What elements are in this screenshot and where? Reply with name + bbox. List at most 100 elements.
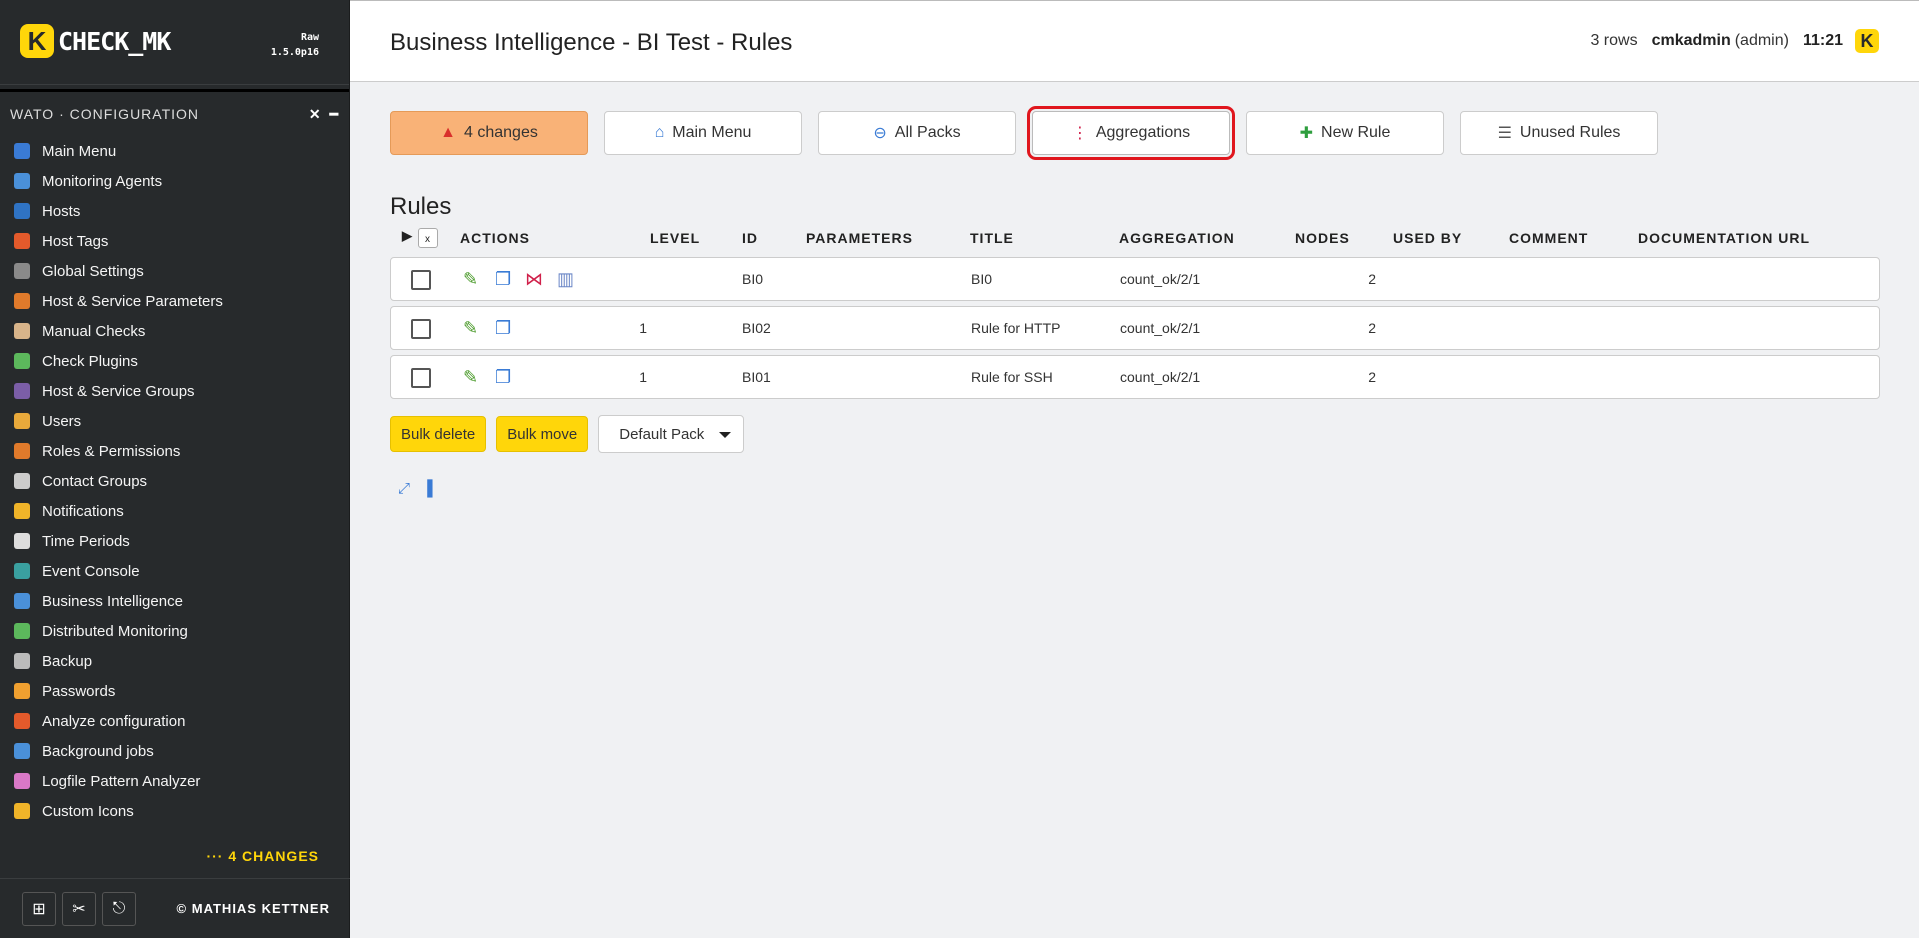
row-checkbox[interactable] <box>411 270 431 290</box>
table-row: ✎ ❐ 1 BI01 Rule for SSH count_ok/2/1 2 <box>390 355 1880 399</box>
sidebar-item-main-menu[interactable]: Main Menu <box>0 136 349 166</box>
row-aggregation: count_ok/2/1 <box>1120 369 1201 385</box>
col-documentation-url: DOCUMENTATION URL <box>1638 230 1811 246</box>
edit-icon[interactable]: ✎ <box>463 366 483 388</box>
pending-changes-link[interactable]: ··· 4 CHANGES <box>206 848 319 864</box>
sidebar-item-label: Host Tags <box>42 232 109 250</box>
sidebar-item-notifications[interactable]: Notifications <box>0 496 349 526</box>
logout-icon[interactable]: ⎋ <box>102 891 136 926</box>
col-parameters: PARAMETERS <box>806 230 913 246</box>
delete-icon[interactable]: ▥ <box>557 268 577 290</box>
col-nodes: NODES <box>1295 230 1350 246</box>
sidebar-item-logfile-pattern-analyzer[interactable]: Logfile Pattern Analyzer <box>0 766 349 796</box>
sidebar-item-background-jobs[interactable]: Background jobs <box>0 736 349 766</box>
sidebar-item-contact-groups[interactable]: Contact Groups <box>0 466 349 496</box>
bulk-move-button[interactable]: Bulk move <box>496 416 589 452</box>
table-header: ▶ x ACTIONS LEVEL ID PARAMETERS TITLE AG… <box>390 228 1880 248</box>
sidebar-item-hosts[interactable]: Hosts <box>0 196 349 226</box>
snapin-header[interactable]: WATO · CONFIGURATION ✕ ━ <box>0 92 349 136</box>
logo-area: K CHECK_MK Raw 1.5.0p16 <box>0 0 349 85</box>
main-menu-button[interactable]: ⌂ Main Menu <box>604 111 802 155</box>
tags-icon <box>14 233 30 249</box>
all-packs-button-label: All Packs <box>894 124 961 141</box>
sidebar-item-label: Monitoring Agents <box>42 172 163 190</box>
new-rule-button[interactable]: ✚ New Rule <box>1246 111 1444 155</box>
sidebar-item-label: Time Periods <box>42 532 130 550</box>
sidebar-item-label: Roles & Permissions <box>42 442 181 460</box>
sidebar-item-users[interactable]: Users <box>0 406 349 436</box>
pack-select[interactable]: Default Pack <box>598 415 745 453</box>
sidebar-item-label: Custom Icons <box>42 802 134 820</box>
unselect-all-checkbox[interactable]: x <box>418 228 438 248</box>
checkmk-k-icon: K <box>1855 29 1879 53</box>
sidebar-footer: ⊞ ✂ ⎋ © MATHIAS KETTNER <box>0 878 350 938</box>
sidebar-item-host-service-groups[interactable]: Host & Service Groups <box>0 376 349 406</box>
wato-menu: Main Menu Monitoring Agents Hosts Host Tags… <box>0 136 349 826</box>
tree-icon[interactable]: ⋈ <box>525 268 545 290</box>
sidebar-item-time-periods[interactable]: Time Periods <box>0 526 349 556</box>
sidebar-item-host-tags[interactable]: Host Tags <box>0 226 349 256</box>
sidebar-item-label: Host & Service Parameters <box>42 292 223 310</box>
row-level: 1 <box>639 369 647 385</box>
sidebar-item-global-settings[interactable]: Global Settings <box>0 256 349 286</box>
distributed-icon <box>14 623 30 639</box>
row-title: BI0 <box>971 271 993 287</box>
sidebar-item-host-service-parameters[interactable]: Host & Service Parameters <box>0 286 349 316</box>
sidebar-item-label: Analyze configuration <box>42 712 186 730</box>
snapin-title: WATO · CONFIGURATION <box>10 106 200 122</box>
close-icon[interactable]: ✕ <box>309 106 322 123</box>
sidebar-item-business-intelligence[interactable]: Business Intelligence <box>0 586 349 616</box>
plugins-icon <box>14 353 30 369</box>
sidebar-item-custom-icons[interactable]: Custom Icons <box>0 796 349 826</box>
sidebar-item-label: Business Intelligence <box>42 592 183 610</box>
checkmk-logo[interactable]: K CHECK_MK <box>20 24 171 58</box>
edit-icon[interactable]: ✎ <box>463 317 483 339</box>
row-checkbox[interactable] <box>411 368 431 388</box>
sidebar: K CHECK_MK Raw 1.5.0p16 WATO · CONFIGURA… <box>0 0 350 938</box>
sidebar-item-passwords[interactable]: Passwords <box>0 676 349 706</box>
row-id[interactable]: BI0 <box>742 271 763 287</box>
sidebar-item-label: Logfile Pattern Analyzer <box>42 772 201 790</box>
manual-checks-icon <box>14 323 30 339</box>
event-console-icon <box>14 563 30 579</box>
unused-rules-button[interactable]: ☰ Unused Rules <box>1460 111 1658 155</box>
sidebar-item-distributed-monitoring[interactable]: Distributed Monitoring <box>0 616 349 646</box>
all-packs-button[interactable]: ⊖ All Packs <box>818 111 1016 155</box>
row-nodes: 2 <box>1368 369 1376 385</box>
col-comment: COMMENT <box>1509 230 1589 246</box>
col-title: TITLE <box>970 230 1014 246</box>
clone-icon[interactable]: ❐ <box>495 366 515 388</box>
minimize-icon[interactable]: ━ <box>330 106 339 123</box>
row-id[interactable]: BI02 <box>742 320 771 336</box>
add-snapin-icon[interactable]: ⊞ <box>22 891 56 926</box>
context-buttons: ▲ 4 changes ⌂ Main Menu ⊖ All Packs ⋮ Aggreg… <box>390 106 1674 160</box>
sidebar-item-backup[interactable]: Backup <box>0 646 349 676</box>
sidebar-item-event-console[interactable]: Event Console <box>0 556 349 586</box>
custom-icons-icon <box>14 803 30 819</box>
expand-all-icon[interactable]: ▶ <box>402 228 413 244</box>
toggle-sidebar-icon[interactable]: ▐ <box>422 480 438 497</box>
changes-button[interactable]: ▲ 4 changes <box>390 111 588 155</box>
sidebar-item-check-plugins[interactable]: Check Plugins <box>0 346 349 376</box>
sidebar-item-analyze-configuration[interactable]: Analyze configuration <box>0 706 349 736</box>
unused-rules-icon: ☰ <box>1497 125 1512 142</box>
bulk-delete-button[interactable]: Bulk delete <box>390 416 487 452</box>
sidebar-item-manual-checks[interactable]: Manual Checks <box>0 316 349 346</box>
edit-icon[interactable]: ✎ <box>463 268 483 290</box>
new-icon: ✚ <box>1299 125 1314 142</box>
row-nodes: 2 <box>1368 271 1376 287</box>
clone-icon[interactable]: ❐ <box>495 268 515 290</box>
clone-icon[interactable]: ❐ <box>495 317 515 339</box>
passwords-icon <box>14 683 30 699</box>
row-id[interactable]: BI01 <box>742 369 771 385</box>
aggregations-button[interactable]: ⋮ Aggregations <box>1027 106 1235 160</box>
sidebar-item-roles-permissions[interactable]: Roles & Permissions <box>0 436 349 466</box>
fullscreen-icon[interactable]: ⤢ <box>398 480 414 497</box>
row-checkbox[interactable] <box>411 319 431 339</box>
users-icon <box>14 413 30 429</box>
sidebar-item-label: Users <box>42 412 82 430</box>
sidebar-item-monitoring-agents[interactable]: Monitoring Agents <box>0 166 349 196</box>
main-menu-icon: ⌂ <box>654 124 665 141</box>
new-rule-button-label: New Rule <box>1321 124 1391 141</box>
tools-icon[interactable]: ✂ <box>62 891 96 926</box>
